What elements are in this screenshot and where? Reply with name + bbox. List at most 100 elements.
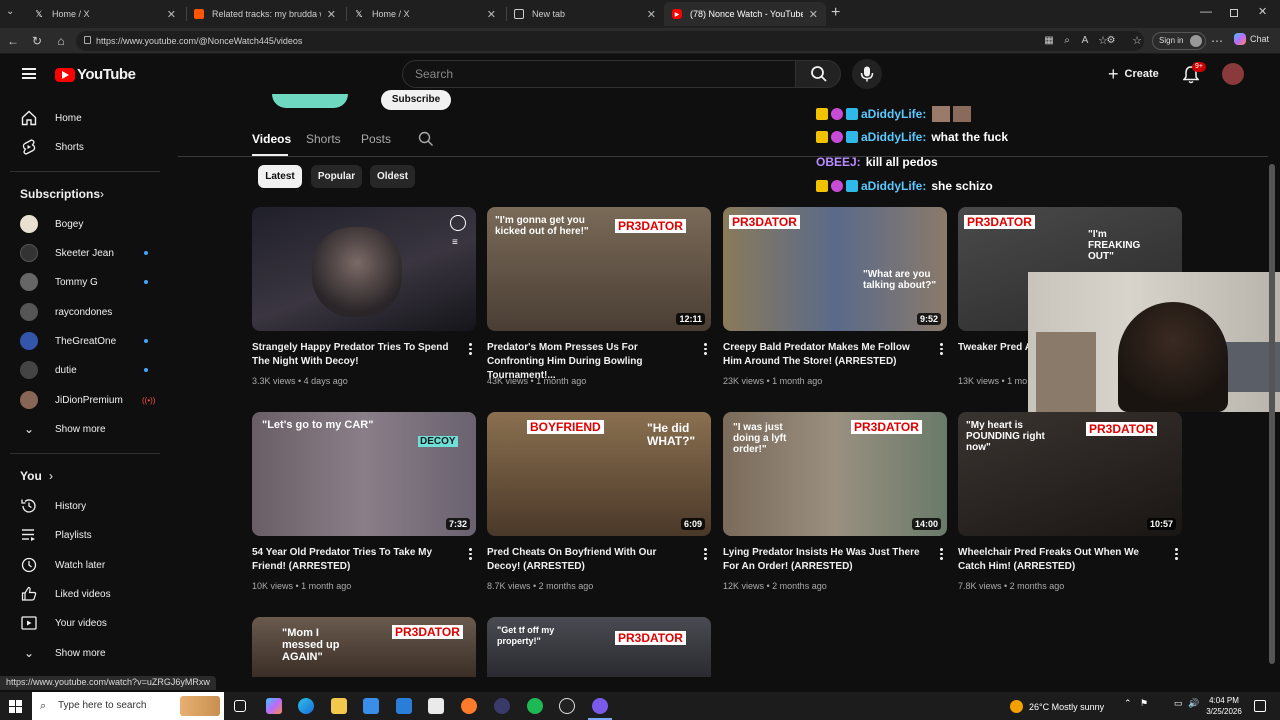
app-icon[interactable]: ▦ (1040, 32, 1058, 50)
new-tab-button[interactable]: + (831, 4, 840, 22)
sidebar-item-subscription[interactable]: JiDionPremium ((•)) (0, 387, 172, 413)
chip-latest[interactable]: Latest (258, 165, 302, 188)
video-title[interactable]: Lying Predator Insists He Was Just There… (723, 546, 923, 574)
video-thumbnail[interactable]: "My heart is POUNDING right now" PR3DATO… (958, 412, 1182, 536)
menu-icon[interactable] (22, 68, 36, 79)
task-view-icon[interactable] (234, 700, 246, 712)
video-title[interactable]: Creepy Bald Predator Makes Me Follow Him… (723, 341, 923, 369)
sidebar-item-your-videos[interactable]: Your videos (0, 610, 172, 636)
video-title[interactable]: 54 Year Old Predator Tries To Take My Fr… (252, 546, 452, 574)
favorites-icon[interactable]: ☆ (1128, 32, 1146, 50)
chip-popular[interactable]: Popular (311, 165, 362, 188)
copilot-icon[interactable] (266, 698, 282, 714)
search-button[interactable] (795, 60, 841, 88)
browser-tab[interactable]: 𝕏 Home / X ✕ (346, 2, 504, 26)
video-thumbnail[interactable]: "I was just doing a lyft order!" PR3DATO… (723, 412, 947, 536)
browser-tab[interactable]: 𝕏 Home / X ✕ (26, 2, 184, 26)
sidebar-item-subscription[interactable]: TheGreatOne (0, 328, 172, 354)
video-thumbnail[interactable]: ≡ (252, 207, 476, 331)
restore-icon[interactable] (1230, 9, 1238, 17)
sidebar-item-subscription[interactable]: raycondones (0, 299, 172, 325)
search-input[interactable]: Search (402, 60, 796, 88)
voice-search-button[interactable] (852, 59, 882, 89)
you-heading[interactable]: You › (0, 463, 172, 489)
zoom-icon[interactable]: ⌕ (1058, 32, 1076, 50)
video-thumbnail[interactable]: "Mom I messed up AGAIN" PR3DATOR (252, 617, 476, 677)
close-window-icon[interactable]: ✕ (1258, 5, 1267, 18)
tab-shorts[interactable]: Shorts (306, 132, 341, 146)
close-icon[interactable]: ✕ (327, 8, 336, 21)
video-thumbnail[interactable]: "Let's go to my CAR" DECOY 7:32 (252, 412, 476, 536)
sidebar-show-more[interactable]: ⌄ Show more (0, 640, 172, 666)
store-icon[interactable] (363, 698, 379, 714)
notepad-icon[interactable] (428, 698, 444, 714)
tray-app-icon[interactable]: ⚑ (1140, 698, 1148, 709)
refresh-icon[interactable]: ↻ (28, 32, 46, 50)
tray-chevron-icon[interactable]: ⌃ (1124, 698, 1132, 709)
video-title[interactable]: Strangely Happy Predator Tries To Spend … (252, 341, 452, 369)
youtube-logo[interactable]: YouTube (55, 66, 136, 83)
close-icon[interactable]: ✕ (647, 8, 656, 21)
browser-tab[interactable]: Related tracks: my brudda w suck ✕ (186, 2, 344, 26)
channel-search-icon[interactable] (418, 131, 434, 147)
firefox-icon[interactable] (461, 698, 477, 714)
close-icon[interactable]: ✕ (809, 8, 818, 21)
read-aloud-icon[interactable]: A (1076, 32, 1094, 50)
more-icon[interactable]: ⋯ (1208, 32, 1226, 50)
obs-icon[interactable] (559, 698, 575, 714)
back-icon[interactable]: ← (4, 32, 22, 50)
video-card[interactable]: "Mom I messed up AGAIN" PR3DATOR (252, 617, 476, 677)
add-to-queue-icon[interactable]: ≡ (452, 237, 458, 248)
browser-tab-active[interactable]: ▶ (78) Nonce Watch - YouTube ✕ (664, 2, 826, 26)
watch-later-icon[interactable] (450, 215, 466, 231)
sidebar-item-subscription[interactable]: Skeeter Jean (0, 240, 172, 266)
volume-icon[interactable]: 🔊 (1188, 698, 1199, 709)
tab-videos[interactable]: Videos (252, 132, 291, 146)
chip-oldest[interactable]: Oldest (370, 165, 415, 188)
video-title[interactable]: Wheelchair Pred Freaks Out When We Catch… (958, 546, 1158, 574)
subscribe-button[interactable]: Subscribe (381, 90, 451, 110)
file-explorer-icon[interactable] (331, 698, 347, 714)
copilot-button[interactable]: Chat (1234, 33, 1269, 45)
close-icon[interactable]: ✕ (487, 8, 496, 21)
page-scrollbar[interactable] (1268, 156, 1276, 676)
notification-center-icon[interactable] (1254, 700, 1266, 712)
discord-icon[interactable] (592, 698, 608, 714)
video-menu-icon[interactable] (937, 548, 945, 560)
network-icon[interactable]: ▭ (1174, 698, 1183, 709)
video-thumbnail[interactable]: "Get tf off my property!" PR3DATOR (487, 617, 711, 677)
sidebar-item-shorts[interactable]: Shorts (0, 134, 172, 160)
sidebar-item-playlists[interactable]: Playlists (0, 522, 172, 548)
edge-icon[interactable] (298, 698, 314, 714)
video-card[interactable]: "Get tf off my property!" PR3DATOR (487, 617, 711, 677)
create-button[interactable]: + Create (1104, 61, 1166, 87)
extensions-icon[interactable]: ⚙ (1102, 32, 1120, 50)
weather-widget[interactable]: 26°C Mostly sunny (1010, 700, 1104, 713)
video-menu-icon[interactable] (466, 343, 474, 355)
video-menu-icon[interactable] (701, 343, 709, 355)
tab-posts[interactable]: Posts (361, 132, 391, 146)
subscriptions-heading[interactable]: Subscriptions › (0, 181, 172, 207)
avatar[interactable] (1222, 63, 1244, 85)
taskbar-search-input[interactable]: ⌕ Type here to search (32, 692, 224, 720)
spotify-icon[interactable] (527, 698, 543, 714)
video-menu-icon[interactable] (466, 548, 474, 560)
video-thumbnail[interactable]: "I'm gonna get you kicked out of here!" … (487, 207, 711, 331)
sidebar-item-subscription[interactable]: dutie (0, 357, 172, 383)
sidebar-item-subscription[interactable]: Tommy G (0, 269, 172, 295)
video-thumbnail[interactable]: BOYFRIEND "He did WHAT?" 6:09 (487, 412, 711, 536)
tab-actions-icon[interactable]: ⌄ (6, 6, 20, 20)
close-icon[interactable]: ✕ (167, 8, 176, 21)
video-thumbnail[interactable]: PR3DATOR "What are you talking about?" 9… (723, 207, 947, 331)
sidebar-item-subscription[interactable]: Bogey (0, 211, 172, 237)
sidebar-item-watch-later[interactable]: Watch later (0, 552, 172, 578)
video-title[interactable]: Pred Cheats On Boyfriend With Our Decoy!… (487, 546, 687, 574)
notifications-button[interactable]: 9+ (1182, 62, 1206, 84)
mail-icon[interactable] (396, 698, 412, 714)
sidebar-item-home[interactable]: Home (0, 105, 172, 131)
windows-start-icon[interactable] (9, 700, 22, 713)
minimize-icon[interactable]: — (1200, 4, 1212, 18)
video-menu-icon[interactable] (1172, 548, 1180, 560)
address-bar[interactable]: https://www.youtube.com/@NonceWatch445/v… (76, 31, 1144, 51)
sidebar-show-more[interactable]: ⌄ Show more (0, 416, 172, 442)
